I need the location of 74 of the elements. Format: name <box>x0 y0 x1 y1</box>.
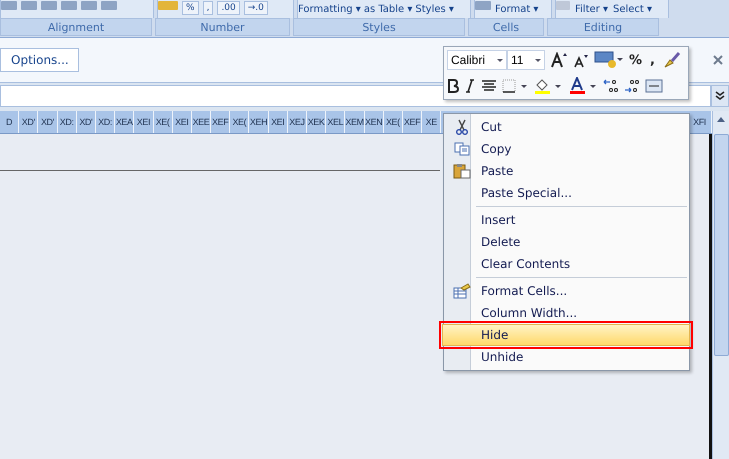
column-header[interactable]: XEL <box>326 111 346 133</box>
column-header[interactable]: XE( <box>154 111 173 133</box>
column-header[interactable]: XEI <box>134 111 154 133</box>
center-align-icon[interactable] <box>481 79 497 93</box>
ribbon-group-label: Alignment <box>0 18 152 36</box>
number-format-button[interactable]: →.0 <box>244 1 268 15</box>
column-header[interactable]: XEA <box>115 111 134 133</box>
ribbon-button[interactable]: Filter ▾ <box>575 3 608 17</box>
menu-item[interactable]: Insert <box>446 209 687 231</box>
column-header[interactable]: XEJ <box>288 111 307 133</box>
ribbon-button[interactable]: as Table ▾ <box>364 3 412 17</box>
menu-item[interactable]: Paste <box>446 160 687 182</box>
menu-item[interactable]: Cut <box>446 116 687 138</box>
column-header[interactable]: XEF <box>402 111 422 133</box>
number-format-button[interactable]: , <box>202 1 214 15</box>
scissors-icon <box>456 119 468 135</box>
grow-font-icon[interactable] <box>550 52 568 68</box>
column-header[interactable]: XD: <box>96 111 116 133</box>
menu-item[interactable]: Column Width... <box>446 302 687 324</box>
column-header[interactable]: D <box>0 111 20 133</box>
borders-icon[interactable] <box>502 79 528 93</box>
copy-icon <box>454 142 470 156</box>
paintbrush-icon[interactable] <box>662 51 681 69</box>
menu-item[interactable]: Delete <box>446 231 687 253</box>
menu-item[interactable]: Clear Contents <box>446 253 687 275</box>
italic-icon[interactable] <box>464 79 476 93</box>
bold-icon[interactable] <box>447 79 459 93</box>
number-format-button[interactable]: % <box>182 1 199 15</box>
column-header[interactable]: XE( <box>230 111 250 133</box>
options-button[interactable]: Options... <box>0 48 79 72</box>
menu-item[interactable]: Unhide <box>446 346 687 368</box>
column-header[interactable]: XEK <box>307 111 326 133</box>
column-header[interactable]: XEM <box>345 111 365 133</box>
column-header[interactable]: XD' <box>76 111 96 133</box>
scroll-thumb[interactable] <box>714 134 728 356</box>
comma-button[interactable]: , <box>647 52 658 68</box>
ribbon-group-label: Number <box>155 18 290 36</box>
ribbon-button[interactable]: Styles ▾ <box>415 3 454 17</box>
column-header[interactable]: XEN <box>364 111 384 133</box>
close-icon[interactable] <box>713 55 723 65</box>
ribbon-group-label: Cells <box>468 18 544 36</box>
ribbon-group-label: Editing <box>547 18 659 36</box>
ribbon-button[interactable]: Formatting ▾ <box>298 3 361 17</box>
font-color-icon[interactable] <box>568 77 598 95</box>
number-format-button[interactable]: .00 <box>217 1 240 15</box>
column-header[interactable]: XD: <box>58 111 77 133</box>
menu-item[interactable]: Hide <box>442 324 690 346</box>
vertical-scrollbar[interactable] <box>712 111 729 459</box>
font-size-dropdown[interactable]: 11 <box>507 50 545 70</box>
column-header[interactable]: XEE <box>192 111 212 133</box>
increase-decimal-icon[interactable] <box>603 78 619 94</box>
shrink-font-icon[interactable] <box>573 52 589 68</box>
fill-color-icon[interactable] <box>533 77 563 95</box>
clipboard-icon <box>453 163 471 179</box>
column-header[interactable]: XEI <box>268 111 288 133</box>
format-cells-icon <box>453 283 471 299</box>
menu-item[interactable]: Format Cells... <box>446 280 687 302</box>
font-dropdown[interactable]: Calibri <box>447 50 507 70</box>
column-header[interactable]: XD' <box>19 111 38 133</box>
ribbon-group-label: Styles <box>293 18 465 36</box>
column-header[interactable]: XE <box>422 111 442 133</box>
percent-button[interactable]: % <box>629 52 642 68</box>
menu-item[interactable]: Copy <box>446 138 687 160</box>
column-header[interactable]: XE( <box>384 111 403 133</box>
column-header[interactable]: XEH <box>249 111 269 133</box>
expand-icon[interactable] <box>711 85 729 107</box>
column-header[interactable]: XD' <box>38 111 58 133</box>
merge-center-icon[interactable] <box>645 79 663 93</box>
scroll-up-icon[interactable] <box>717 117 725 122</box>
ribbon-button[interactable]: Select ▾ <box>612 3 652 17</box>
column-header[interactable]: XEF <box>211 111 230 133</box>
menu-item[interactable]: Paste Special... <box>446 182 687 204</box>
decrease-decimal-icon[interactable] <box>624 78 640 94</box>
column-header[interactable]: XEI <box>172 111 192 133</box>
